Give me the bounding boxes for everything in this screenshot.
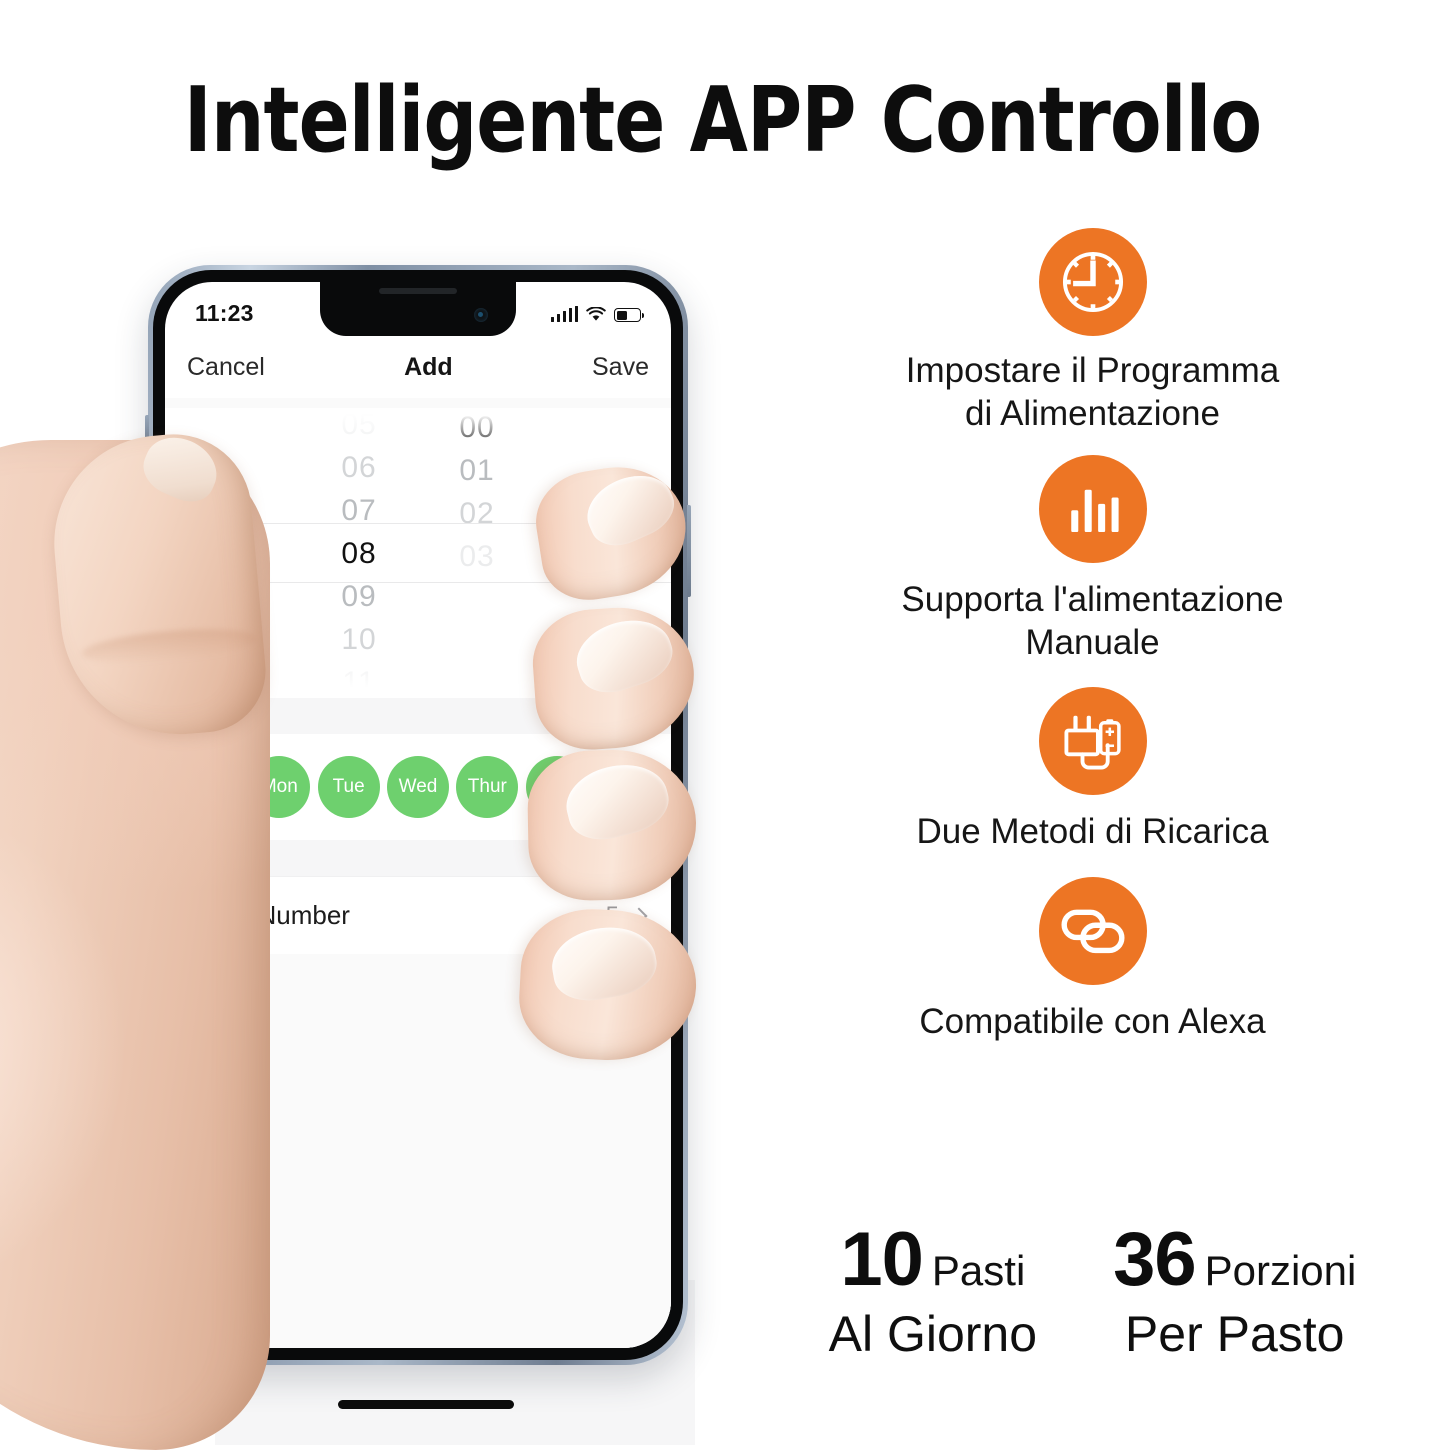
empty-content-area xyxy=(165,954,671,1348)
feed-number-row[interactable]: Feed Number 5 xyxy=(165,876,671,954)
battery-icon xyxy=(614,308,644,322)
hour-option[interactable]: 07 xyxy=(300,489,418,532)
home-indicator-bar xyxy=(338,1400,514,1409)
cancel-button[interactable]: Cancel xyxy=(187,353,265,382)
section-spacer xyxy=(165,840,671,876)
time-picker-columns: 05 06 07 08 09 10 11 00 01 02 03 xyxy=(165,408,671,698)
phone-screen: 11:23 Cancel Add Save 05 06 07 08 09 10 … xyxy=(165,282,671,1348)
feed-number-value-group: 5 xyxy=(605,901,648,930)
stat-number: 10 xyxy=(840,1217,924,1302)
minute-option[interactable]: 02 xyxy=(418,492,536,535)
weekday-pill-fri[interactable]: Fri xyxy=(525,756,588,818)
weekday-pill-mon[interactable]: Mon xyxy=(248,756,311,818)
weekday-pill-sun[interactable]: Sun xyxy=(179,756,241,818)
screen-content: 05 06 07 08 09 10 11 00 01 02 03 Sun Mon… xyxy=(165,398,671,1348)
phone-notch xyxy=(320,282,516,336)
phone-mockup: 11:23 Cancel Add Save 05 06 07 08 09 10 … xyxy=(0,240,820,1450)
save-button[interactable]: Save xyxy=(592,353,649,382)
hour-option[interactable]: 11 xyxy=(300,661,418,699)
hour-wheel[interactable]: 05 06 07 08 09 10 11 xyxy=(300,408,418,698)
stat-subtitle: Al Giorno xyxy=(828,1306,1038,1362)
earpiece-speaker-icon xyxy=(379,288,457,294)
feature-item-manual-feed: Supporta l'alimentazione Manuale xyxy=(740,455,1445,664)
feature-list: Impostare il Programma di Alimentazione … xyxy=(740,228,1445,1058)
feature-label: Due Metodi di Ricarica xyxy=(916,811,1269,851)
clock-icon xyxy=(1038,228,1147,336)
volume-up-button[interactable] xyxy=(145,480,149,542)
wifi-icon xyxy=(586,307,606,322)
phone-bezel: 11:23 Cancel Add Save 05 06 07 08 09 10 … xyxy=(153,270,683,1360)
bar-chart-icon xyxy=(1038,455,1147,564)
status-bar-indicators xyxy=(550,306,644,322)
stat-meals-per-day: 10 Pasti Al Giorno xyxy=(829,1222,1037,1361)
hour-option[interactable]: 10 xyxy=(300,618,418,661)
time-picker[interactable]: 05 06 07 08 09 10 11 00 01 02 03 xyxy=(165,408,671,698)
front-camera-icon xyxy=(474,308,488,322)
hour-option[interactable]: 06 xyxy=(300,446,418,489)
battery-fill xyxy=(616,310,628,320)
chevron-right-icon[interactable] xyxy=(630,907,648,924)
minute-option[interactable]: 03 xyxy=(418,535,536,578)
minute-selected[interactable]: 00 xyxy=(418,408,536,449)
hour-selected[interactable]: 08 xyxy=(300,532,418,575)
weekday-pill-tue[interactable]: Tue xyxy=(317,756,380,818)
feature-label: Compatibile con Alexa xyxy=(919,1002,1266,1042)
stat-headline: 36 Porzioni xyxy=(1113,1222,1356,1298)
screen-nav-bar: Cancel Add Save xyxy=(165,336,671,398)
weekday-pill-sat[interactable]: Sat xyxy=(594,756,657,818)
stat-headline: 10 Pasti xyxy=(829,1222,1037,1298)
chain-link-icon xyxy=(1038,877,1147,986)
page-title: Intelligente APP Controllo xyxy=(183,68,1262,173)
plug-battery-icon xyxy=(1038,686,1147,795)
power-button[interactable] xyxy=(687,505,691,597)
feature-label: Supporta l'alimentazione Manuale xyxy=(901,580,1284,663)
weekday-pill-thur[interactable]: Thur xyxy=(456,756,519,818)
feature-label: Impostare il Programma di Alimentazione xyxy=(905,351,1280,433)
status-bar-clock: 11:23 xyxy=(195,299,254,326)
feature-item-schedule: Impostare il Programma di Alimentazione xyxy=(740,228,1445,435)
stat-unit: Pasti xyxy=(931,1247,1026,1294)
weekday-selector: Sun Mon Tue Wed Thur Fri Sat xyxy=(165,734,671,840)
hour-option[interactable]: 05 xyxy=(300,408,418,446)
feed-number-value: 5 xyxy=(605,901,619,929)
stat-number: 36 xyxy=(1113,1217,1197,1302)
feature-item-alexa: Compatibile con Alexa xyxy=(740,877,1445,1044)
mute-switch-button[interactable] xyxy=(145,415,149,449)
stat-portions-per-meal: 36 Porzioni Per Pasto xyxy=(1113,1222,1356,1361)
minute-option[interactable]: 01 xyxy=(418,449,536,492)
hour-option[interactable]: 09 xyxy=(300,575,418,618)
feature-item-charging: Due Metodi di Ricarica xyxy=(740,686,1445,854)
stat-subtitle: Per Pasto xyxy=(1124,1306,1345,1362)
weekday-pill-wed[interactable]: Wed xyxy=(386,756,449,818)
smartphone-device: 11:23 Cancel Add Save 05 06 07 08 09 10 … xyxy=(145,265,691,1365)
screen-title: Add xyxy=(404,352,453,381)
signal-bars-icon xyxy=(550,306,578,322)
section-spacer xyxy=(165,698,671,734)
volume-down-button[interactable] xyxy=(145,558,149,620)
feed-number-label: Feed Number xyxy=(191,900,350,930)
minute-wheel[interactable]: 00 01 02 03 xyxy=(418,408,536,637)
stat-unit: Porzioni xyxy=(1204,1247,1357,1294)
capacity-stats: 10 Pasti Al Giorno 36 Porzioni Per Pasto xyxy=(740,1222,1445,1361)
